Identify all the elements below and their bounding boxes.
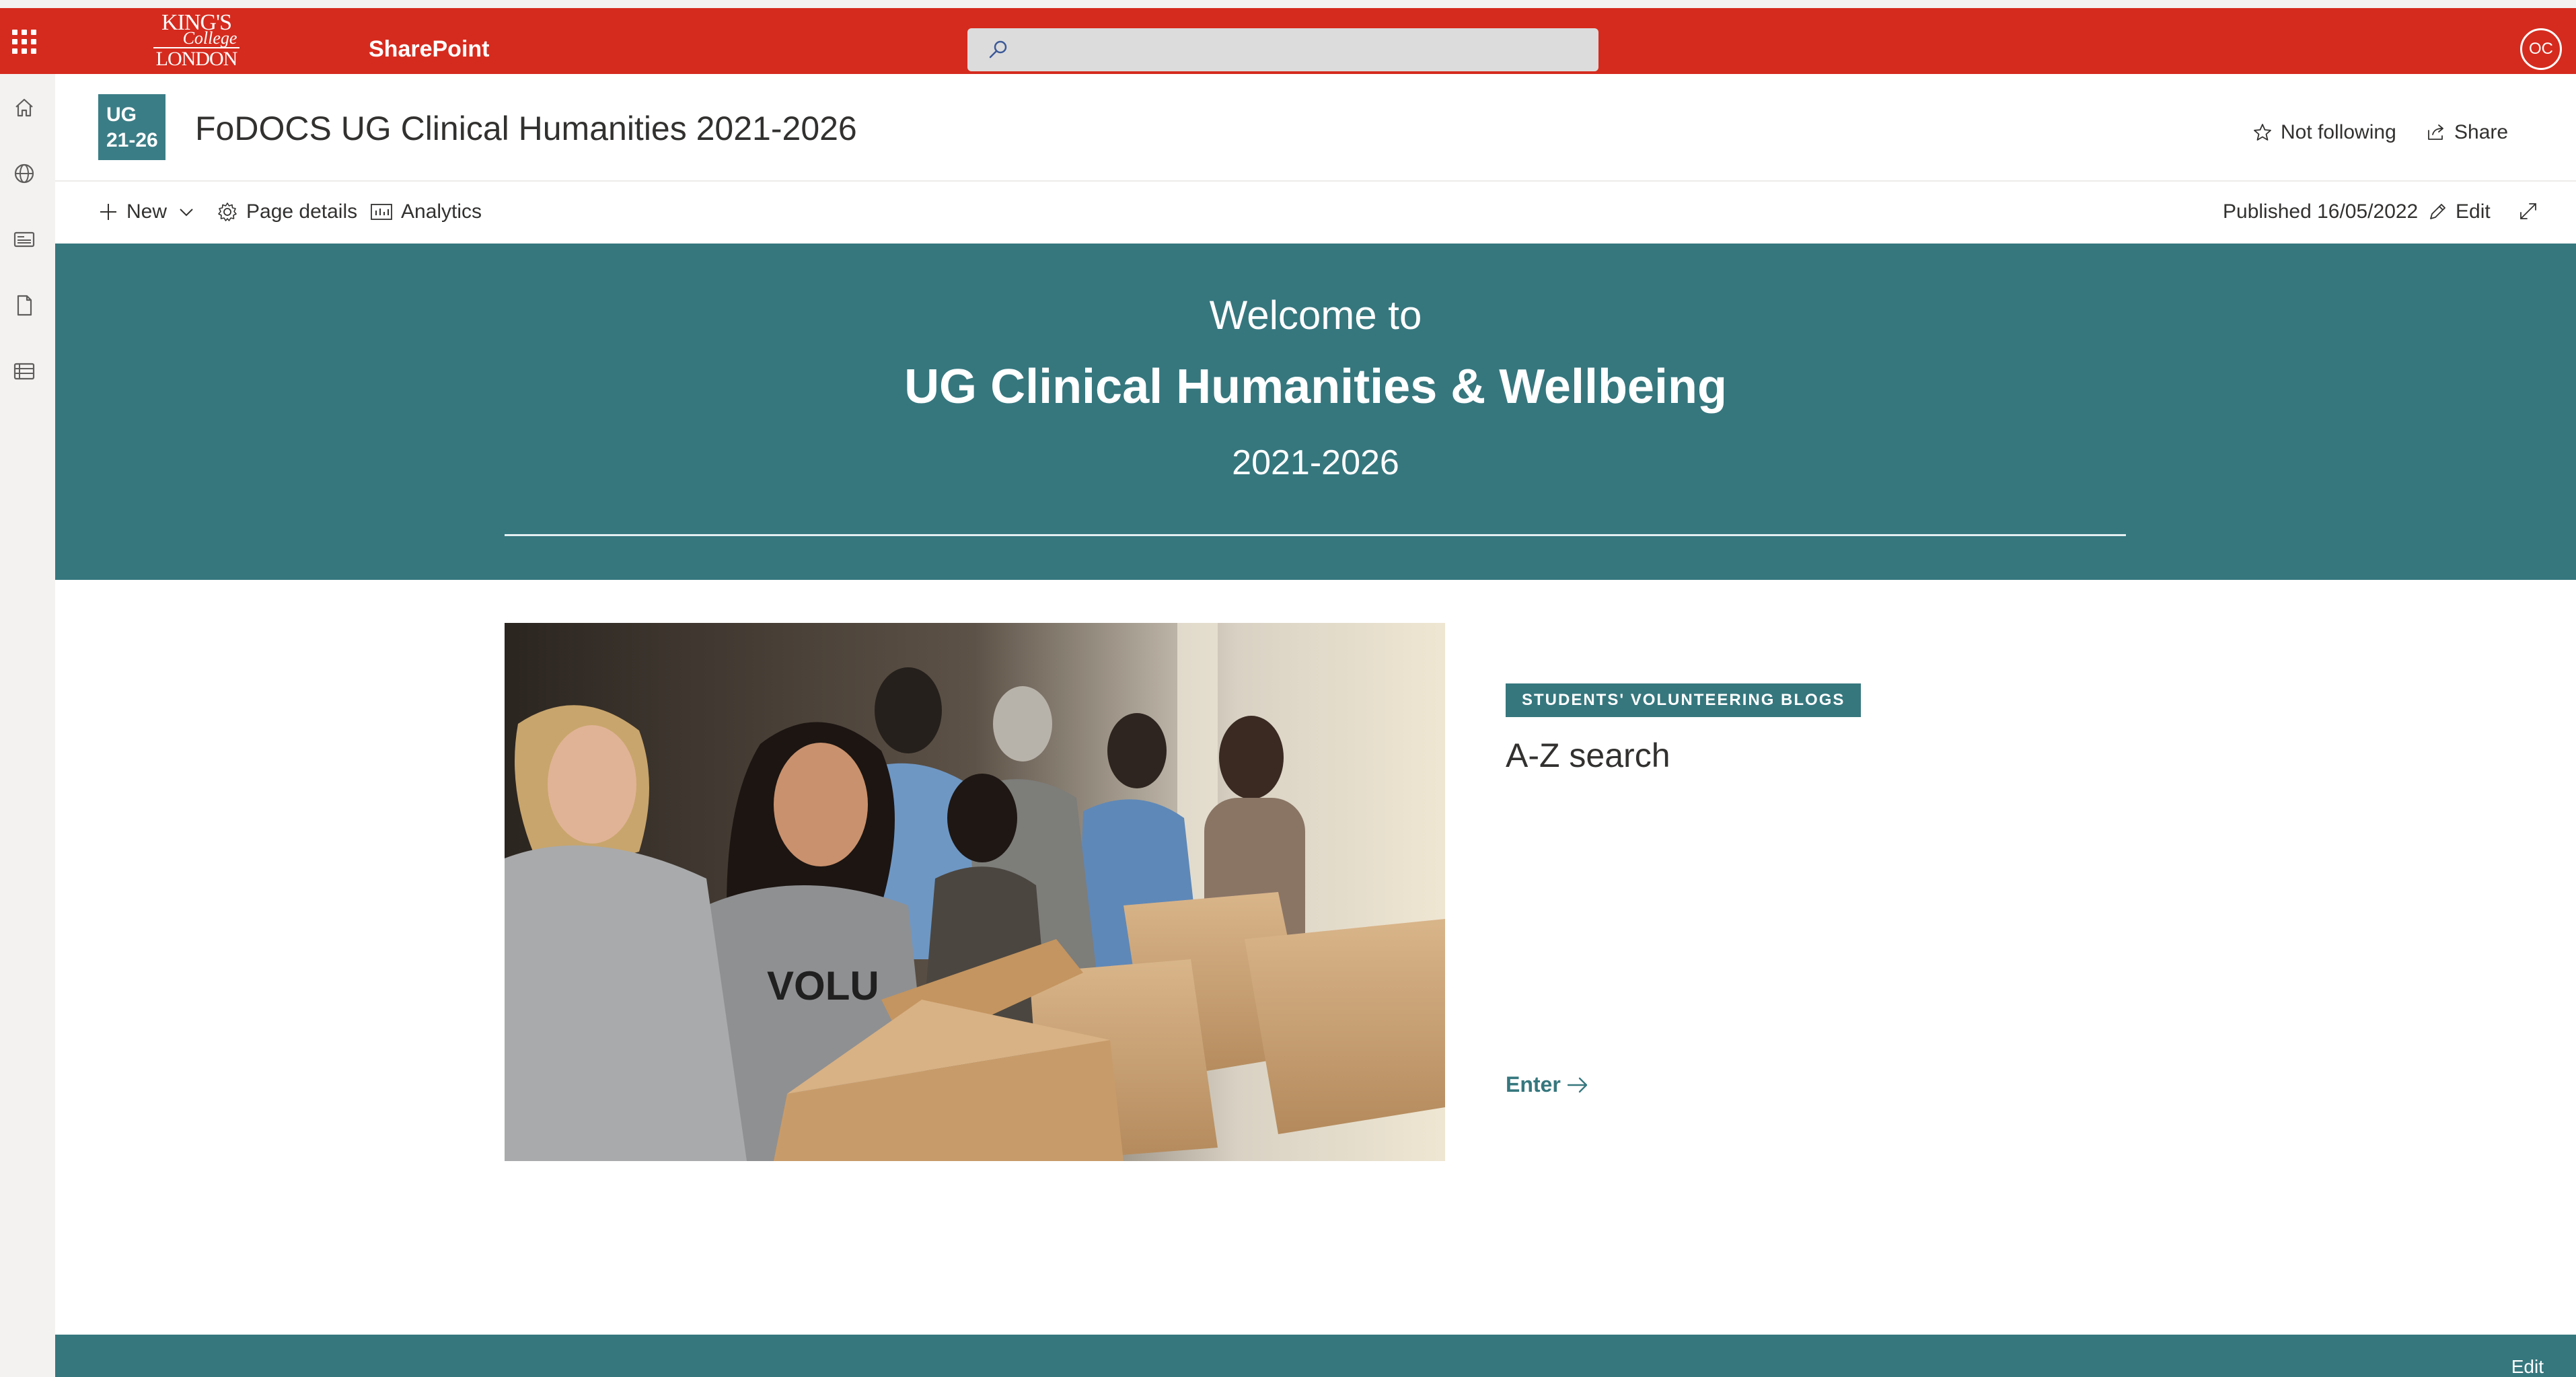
- analytics-button[interactable]: Analytics: [370, 200, 482, 223]
- follow-button[interactable]: Not following: [2252, 121, 2396, 144]
- hero-welcome: Welcome to: [1209, 293, 1422, 338]
- kcl-logo[interactable]: KING'S College LONDON: [149, 9, 244, 74]
- document-icon[interactable]: [11, 292, 38, 319]
- edit-label: Edit: [2456, 200, 2491, 223]
- published-status: Published 16/05/2022: [2223, 200, 2418, 223]
- card-tag-link[interactable]: STUDENTS' VOLUNTEERING BLOGS: [1506, 683, 1862, 717]
- hero-banner: Welcome to UG Clinical Humanities & Well…: [55, 244, 2576, 580]
- site-logo[interactable]: UG 21-26: [98, 94, 165, 160]
- globe-icon[interactable]: [11, 160, 38, 187]
- app-name-link[interactable]: SharePoint: [369, 36, 489, 63]
- new-button[interactable]: New: [98, 200, 195, 223]
- published-label: Published 16/05/2022: [2223, 200, 2419, 223]
- volunteers-illustration: VOLU: [505, 623, 1445, 1161]
- app-launcher-icon[interactable]: [12, 30, 36, 54]
- footer-band: Edit: [55, 1335, 2576, 1377]
- enter-link[interactable]: Enter: [1506, 1072, 1589, 1097]
- header-divider: [55, 180, 2576, 182]
- volunteers-photo[interactable]: VOLU: [505, 623, 1445, 1161]
- hero-years: 2021-2026: [1232, 443, 1399, 482]
- home-icon[interactable]: [11, 94, 38, 121]
- edit-button[interactable]: Edit: [2427, 200, 2491, 223]
- search-icon: [989, 40, 1007, 59]
- share-icon: [2428, 124, 2443, 140]
- plus-icon: [100, 204, 116, 220]
- page-details-button[interactable]: Page details: [217, 200, 357, 223]
- analytics-label: Analytics: [401, 200, 482, 223]
- footer-edit-button[interactable]: Edit: [2511, 1356, 2544, 1377]
- follow-label: Not following: [2281, 121, 2396, 143]
- search-input[interactable]: [967, 28, 1598, 71]
- enter-label: Enter: [1506, 1072, 1561, 1096]
- star-icon: [2254, 124, 2271, 141]
- suite-bar: KING'S College LONDON SharePoint OC: [0, 8, 2576, 74]
- expand-icon: [2520, 203, 2536, 219]
- hero-title: UG Clinical Humanities & Wellbeing: [904, 360, 1727, 414]
- pencil-icon: [2430, 204, 2445, 219]
- new-label: New: [126, 200, 168, 223]
- list-icon[interactable]: [11, 358, 38, 385]
- chevron-down-icon: [180, 209, 193, 217]
- card-title[interactable]: A-Z search: [1506, 736, 1670, 775]
- hero-divider: [505, 534, 2126, 536]
- avatar[interactable]: OC: [2520, 28, 2562, 70]
- analytics-icon: [371, 204, 392, 220]
- shirt-text: VOLU: [767, 963, 879, 1008]
- share-button[interactable]: Share: [2426, 121, 2508, 144]
- page-details-label: Page details: [246, 200, 358, 223]
- left-rail: [0, 74, 55, 1377]
- gear-icon: [218, 202, 237, 221]
- site-title[interactable]: FoDOCS UG Clinical Humanities 2021-2026: [195, 109, 857, 148]
- top-strip: [0, 0, 2576, 8]
- expand-button[interactable]: [2517, 200, 2547, 222]
- share-label: Share: [2454, 121, 2509, 143]
- arrow-right-icon: [1567, 1077, 1587, 1092]
- news-icon[interactable]: [11, 226, 38, 253]
